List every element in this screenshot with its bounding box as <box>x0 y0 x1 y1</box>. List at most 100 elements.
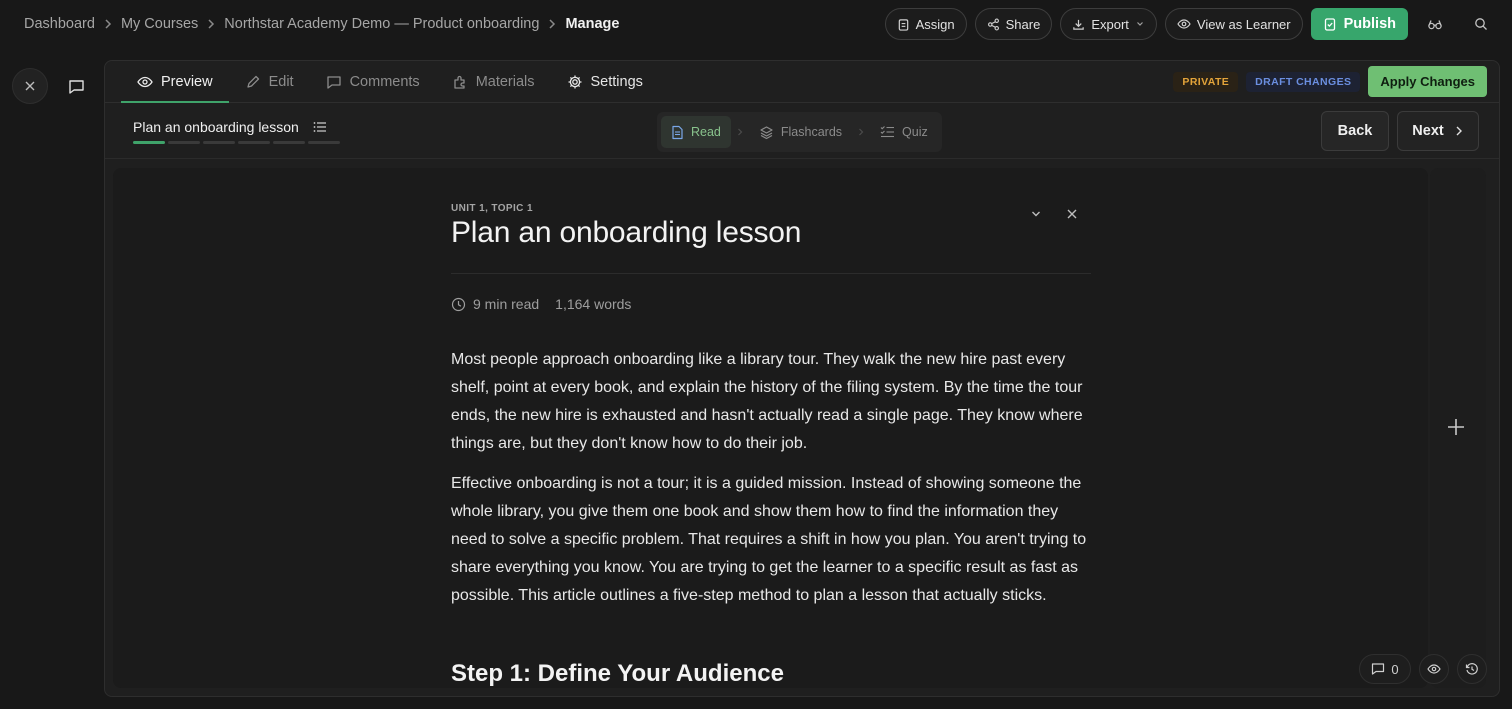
download-icon <box>1072 18 1085 31</box>
progress-segment <box>203 141 235 144</box>
mode-read-label: Read <box>691 125 721 139</box>
publish-label: Publish <box>1343 16 1396 32</box>
title-divider <box>451 273 1091 274</box>
chevron-right-icon <box>204 17 218 31</box>
comment-count: 0 <box>1391 661 1399 677</box>
eye-icon <box>137 74 153 90</box>
top-bar: Dashboard My Courses Northstar Academy D… <box>0 0 1512 48</box>
mode-read[interactable]: Read <box>661 116 731 148</box>
breadcrumb-my-courses[interactable]: My Courses <box>121 16 198 32</box>
layers-icon <box>759 125 774 140</box>
tab-edit[interactable]: Edit <box>229 61 310 102</box>
list-icon[interactable] <box>313 121 327 133</box>
article-tools <box>1029 207 1079 221</box>
breadcrumb: Dashboard My Courses Northstar Academy D… <box>24 16 619 32</box>
apply-changes-button[interactable]: Apply Changes <box>1368 66 1487 97</box>
document-icon <box>671 125 684 140</box>
clipboard-icon <box>897 18 910 31</box>
lesson-title-text: Plan an onboarding lesson <box>133 119 299 135</box>
chat-icon <box>326 74 342 90</box>
tab-preview-label: Preview <box>161 73 213 90</box>
comments-count-button[interactable]: 0 <box>1359 654 1411 684</box>
export-button[interactable]: Export <box>1060 8 1157 40</box>
draft-changes-badge: DRAFT CHANGES <box>1246 71 1361 92</box>
history-button[interactable] <box>1457 654 1487 684</box>
mode-switcher: Read Flashcards Quiz <box>657 112 942 152</box>
article-meta: 9 min read 1,164 words <box>451 296 631 312</box>
pencil-icon <box>245 74 261 90</box>
tab-comments[interactable]: Comments <box>310 61 436 102</box>
tab-edit-label: Edit <box>268 73 294 90</box>
section-heading: Step 1: Define Your Audience <box>451 660 784 687</box>
mode-quiz[interactable]: Quiz <box>870 116 938 148</box>
eye-icon <box>1427 662 1441 676</box>
search-icon <box>1474 17 1488 31</box>
article-paragraph: Effective onboarding is not a tour; it i… <box>451 475 1087 604</box>
glasses-icon <box>1427 17 1443 31</box>
chevron-right-icon <box>1454 125 1464 137</box>
assign-label: Assign <box>915 16 955 32</box>
share-button[interactable]: Share <box>974 8 1053 40</box>
next-button[interactable]: Next <box>1397 111 1479 151</box>
share-icon <box>987 18 1000 31</box>
bottom-tools: 0 <box>1359 654 1487 684</box>
export-label: Export <box>1091 16 1129 32</box>
progress-segment <box>238 141 270 144</box>
breadcrumb-current: Manage <box>565 16 620 32</box>
lesson-title: Plan an onboarding lesson <box>133 119 327 135</box>
next-label: Next <box>1412 123 1444 139</box>
progress-segment <box>273 141 305 144</box>
chat-button[interactable] <box>62 72 90 100</box>
tab-preview[interactable]: Preview <box>121 61 229 103</box>
plus-icon <box>1447 418 1465 436</box>
unit-topic-label: UNIT 1, TOPIC 1 <box>451 203 533 214</box>
breadcrumb-course[interactable]: Northstar Academy Demo — Product onboard… <box>224 16 539 32</box>
chevron-right-icon <box>856 127 866 137</box>
chevron-down-icon[interactable] <box>1029 207 1043 221</box>
top-actions: Assign Share Export View as Learner Publ… <box>884 8 1500 40</box>
tab-bar: Preview Edit Comments Materials Settings… <box>105 61 1499 103</box>
gear-icon <box>567 74 583 90</box>
chevron-down-icon <box>1135 19 1145 29</box>
word-count: 1,164 words <box>555 296 632 312</box>
lesson-progress <box>133 141 340 144</box>
tab-settings-label: Settings <box>590 73 643 90</box>
chevron-right-icon <box>735 127 745 137</box>
close-icon <box>24 80 36 92</box>
private-badge: PRIVATE <box>1173 71 1239 92</box>
share-label: Share <box>1005 16 1041 32</box>
editor-panel: Preview Edit Comments Materials Settings… <box>104 60 1500 697</box>
publish-button[interactable]: Publish <box>1310 8 1408 40</box>
progress-segment <box>133 141 165 144</box>
eye-icon <box>1177 17 1191 31</box>
tab-materials[interactable]: Materials <box>436 61 551 102</box>
chevron-right-icon <box>101 17 115 31</box>
chevron-right-icon <box>545 17 559 31</box>
lesson-navigation: Back Next <box>1321 111 1479 151</box>
glasses-button[interactable] <box>1416 8 1454 40</box>
clipboard-check-icon <box>1323 17 1337 31</box>
clock-icon <box>451 297 466 312</box>
view-as-learner-label: View as Learner <box>1196 16 1291 32</box>
search-button[interactable] <box>1462 8 1500 40</box>
mode-flashcards[interactable]: Flashcards <box>749 116 852 148</box>
lesson-bar: Plan an onboarding lesson Read Flashcard… <box>105 103 1499 159</box>
breadcrumb-dashboard[interactable]: Dashboard <box>24 16 95 32</box>
progress-segment <box>168 141 200 144</box>
status-area: PRIVATE DRAFT CHANGES Apply Changes <box>1173 61 1499 102</box>
tab-materials-label: Materials <box>475 73 535 90</box>
close-button[interactable] <box>12 68 48 104</box>
article-title: Plan an onboarding lesson <box>451 216 802 249</box>
read-time: 9 min read <box>473 296 540 312</box>
back-button[interactable]: Back <box>1321 111 1389 151</box>
add-block-button[interactable] <box>1444 415 1468 439</box>
view-as-learner-button[interactable]: View as Learner <box>1164 8 1303 40</box>
tab-settings[interactable]: Settings <box>551 61 659 102</box>
progress-segment <box>308 141 340 144</box>
checklist-icon <box>880 125 895 139</box>
article-paragraph: Most people approach onboarding like a l… <box>451 351 1083 452</box>
visibility-button[interactable] <box>1419 654 1449 684</box>
assign-button[interactable]: Assign <box>884 8 967 40</box>
close-icon[interactable] <box>1065 207 1079 221</box>
reader-pane: UNIT 1, TOPIC 1 Plan an onboarding lesso… <box>113 168 1428 688</box>
